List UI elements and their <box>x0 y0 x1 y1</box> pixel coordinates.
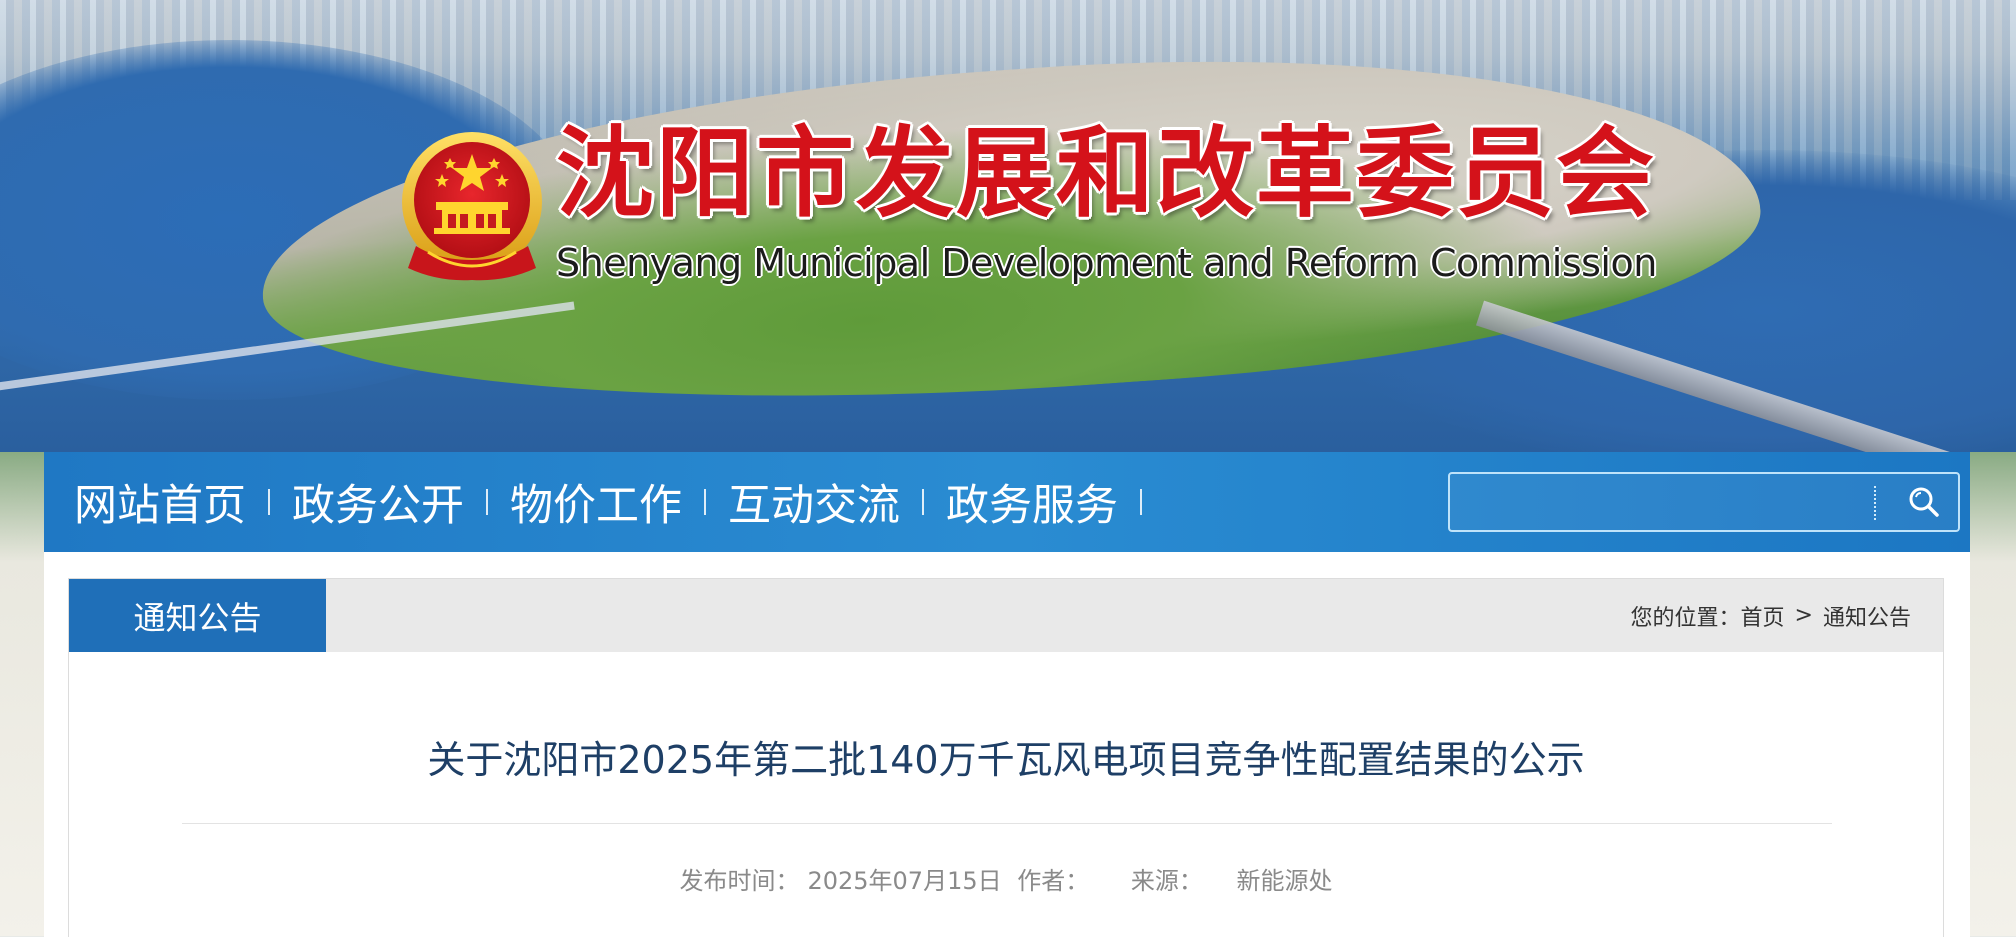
article-title: 关于沈阳市2025年第二批140万千瓦风电项目竞争性配置结果的公示 <box>427 738 1585 782</box>
source-label: 来源： <box>1130 867 1203 895</box>
breadcrumb-home-link[interactable]: 首页 <box>1741 600 1785 632</box>
breadcrumb-separator: > <box>1794 603 1813 628</box>
nav-separator <box>268 489 270 515</box>
nav-item-price-work[interactable]: 物价工作 <box>510 471 682 533</box>
article-meta: 发布时间： 2025年07月15日 作者： 来源： 新能源处 <box>69 861 1943 896</box>
search-input[interactable] <box>1458 480 1862 526</box>
publish-label: 发布时间： <box>679 867 800 895</box>
breadcrumb-prefix: 您的位置： <box>1630 605 1741 631</box>
content-panel: 通知公告 您的位置： 首页 > 通知公告 关于沈阳市2025年第二批140万千瓦… <box>44 552 1970 937</box>
nav-item-gov-affairs[interactable]: 政务公开 <box>292 471 464 533</box>
publish-date: 2025年07月15日 <box>807 867 1002 895</box>
nav-separator <box>704 489 706 515</box>
nav-item-home[interactable]: 网站首页 <box>74 471 246 533</box>
main-nav: 网站首页 政务公开 物价工作 互动交流 政务服务 <box>44 452 1970 552</box>
section-tab[interactable]: 通知公告 <box>69 579 326 652</box>
site-title-en: Shenyang Municipal Development and Refor… <box>556 241 1657 285</box>
search-divider <box>1874 486 1876 520</box>
search-icon <box>1909 487 1939 517</box>
header-banner: 沈阳市发展和改革委员会 Shenyang Municipal Developme… <box>0 0 2016 452</box>
nav-separator <box>922 489 924 515</box>
source-value: 新能源处 <box>1236 867 1333 895</box>
nav-list: 网站首页 政务公开 物价工作 互动交流 政务服务 <box>74 452 1164 552</box>
search-box <box>1448 472 1960 532</box>
site-title-cn: 沈阳市发展和改革委员会 <box>556 117 1657 231</box>
nav-item-interaction[interactable]: 互动交流 <box>728 471 900 533</box>
nav-separator <box>486 489 488 515</box>
breadcrumb: 您的位置： 首页 > 通知公告 <box>1631 579 1911 652</box>
breadcrumb-current-link[interactable]: 通知公告 <box>1823 600 1911 632</box>
title-divider <box>182 823 1832 824</box>
national-emblem-icon <box>402 132 542 281</box>
nav-separator <box>1140 489 1142 515</box>
section-header: 通知公告 您的位置： 首页 > 通知公告 <box>69 579 1943 652</box>
search-button[interactable] <box>1898 480 1950 524</box>
article-container: 通知公告 您的位置： 首页 > 通知公告 关于沈阳市2025年第二批140万千瓦… <box>68 578 1944 937</box>
author-label: 作者： <box>1017 867 1090 895</box>
nav-item-gov-services[interactable]: 政务服务 <box>946 471 1118 533</box>
